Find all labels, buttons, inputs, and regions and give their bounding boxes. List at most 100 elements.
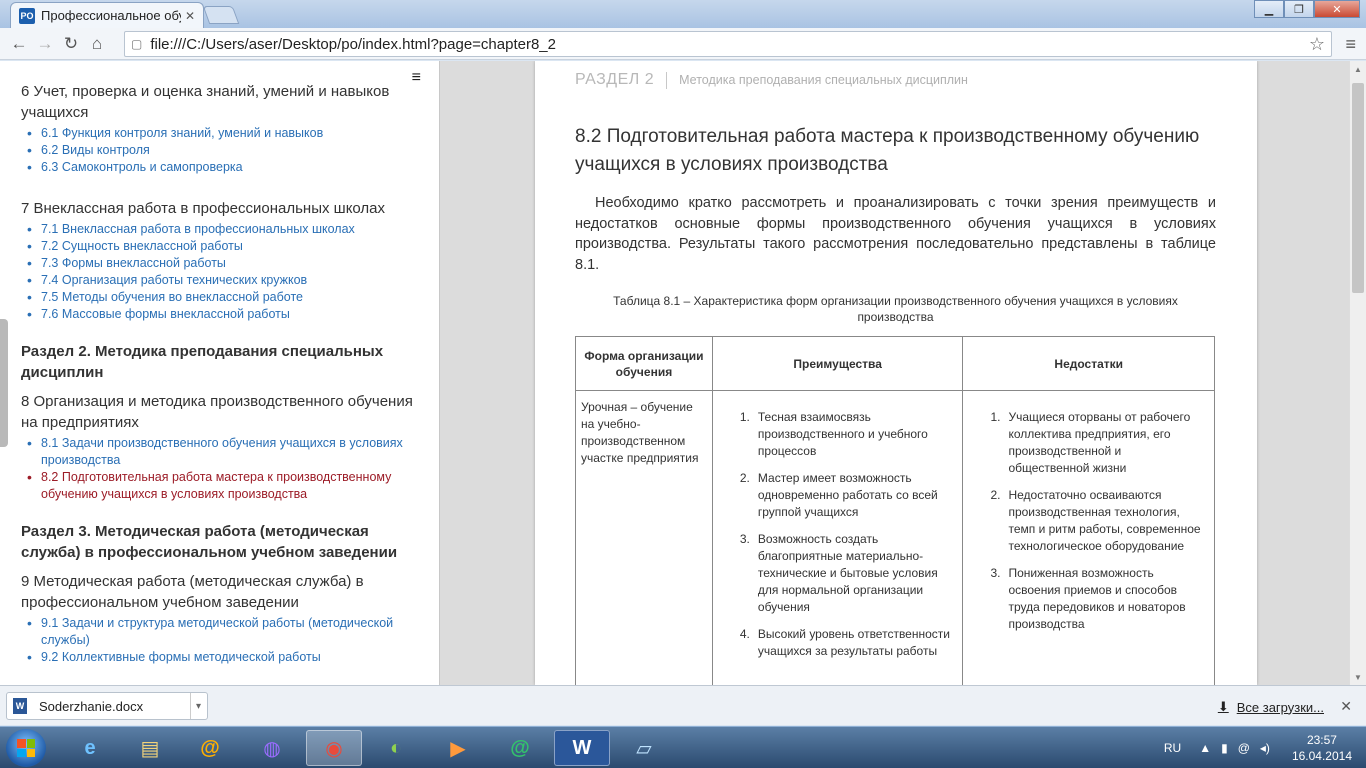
windows-logo-icon (17, 739, 35, 757)
video-player-icon[interactable]: ▶ (430, 730, 486, 766)
disadvantages-cell: 1. Учащиеся оторваны от рабочего коллекти… (962, 390, 1215, 685)
clock-date: 16.04.2014 (1291, 749, 1352, 763)
browser-menu-icon[interactable]: ≡ (1345, 34, 1356, 55)
mail-ru-agent-icon[interactable]: @ (182, 730, 238, 766)
browser-tab[interactable]: PO Профессиональное обучение ✕ (10, 2, 204, 28)
list-item: 2. Мастер имеет возможность одновременно … (739, 471, 938, 519)
bookmark-star-icon[interactable]: ☆ (1309, 34, 1325, 55)
scroll-thumb[interactable] (1352, 83, 1364, 293)
table-row: Урочная – обучение на учебно-производств… (575, 390, 1215, 685)
start-button[interactable] (6, 729, 46, 767)
downloads-bar: W Soderzhanie.docx ▾ ⬇ Все загрузки... ✕ (0, 685, 1366, 725)
scroll-down-icon[interactable]: ▼ (1350, 669, 1366, 685)
all-downloads-link[interactable]: ⬇ Все загрузки... (1218, 699, 1324, 715)
reload-icon[interactable]: ↻ (58, 31, 84, 57)
file-explorer-icon[interactable]: ▤ (122, 730, 178, 766)
clock[interactable]: 23:57 16.04.2014 (1292, 732, 1352, 764)
minimize-button[interactable]: ▁ (1254, 0, 1284, 18)
tray-expand-icon[interactable]: ▲ (1199, 741, 1211, 755)
section-subtitle: Методика преподавания специальных дисцип… (679, 73, 968, 87)
toc-link[interactable]: 6.3 Самоконтроль и самопроверка (25, 159, 425, 176)
document-page: РАЗДЕЛ 2 Методика преподавания специальн… (535, 61, 1257, 685)
sidebar-menu-icon[interactable]: ≡ (412, 69, 421, 87)
address-bar[interactable]: ▢ file:///C:/Users/aser/Desktop/po/index… (124, 31, 1332, 57)
list-item: 4. Высокий уровень ответственности учащих… (739, 627, 950, 658)
new-tab-button[interactable] (202, 6, 240, 24)
chrome-icon[interactable]: ◉ (306, 730, 362, 766)
download-file-name: Soderzhanie.docx (39, 698, 144, 714)
table-header-cell: Недостатки (962, 336, 1215, 391)
tab-close-icon[interactable]: ✕ (185, 9, 195, 23)
scroll-up-icon[interactable]: ▲ (1350, 61, 1366, 77)
toc-link[interactable]: 7.2 Сущность внеклассной работы (25, 238, 425, 255)
download-item[interactable]: W Soderzhanie.docx ▾ (6, 692, 208, 720)
mail-tray-icon[interactable]: @ (1238, 741, 1250, 755)
toc-link[interactable]: 7.1 Внеклассная работа в профессиональны… (25, 221, 425, 238)
table-header-cell: Преимущества (711, 336, 964, 391)
toc-link[interactable]: 9.1 Задачи и структура методической рабо… (25, 615, 425, 649)
internet-explorer-icon[interactable]: e (62, 730, 118, 766)
orbit-browser-icon[interactable]: ◍ (244, 730, 300, 766)
intro-paragraph: Необходимо кратко рассмотреть и проанали… (575, 195, 1216, 273)
toc-link[interactable]: 8.1 Задачи производственного обучения уч… (25, 435, 425, 469)
toc-section-2: Раздел 2. Методика преподавания специаль… (21, 343, 384, 381)
toc-chapter-9: 9 Методическая работа (методическая служ… (21, 573, 364, 611)
browser-tab-bar: PO Профессиональное обучение ✕ ▁ ❐ ✕ (0, 0, 1366, 28)
word-file-icon: W (13, 698, 27, 714)
volume-icon[interactable]: ◂) (1260, 741, 1270, 755)
toc-chapter-7: 7 Внеклассная работа в профессиональных … (21, 200, 386, 217)
list-item: 3. Возможность создать благоприятные мате… (739, 532, 938, 614)
notepad-icon[interactable]: ▱ (616, 730, 672, 766)
toc-section-3: Раздел 3. Методическая работа (методичес… (21, 523, 398, 561)
forms-table: Форма организации обучения Преимущества … (575, 336, 1215, 685)
toc-link-active[interactable]: 8.2 Подготовительная работа мастера к пр… (25, 469, 425, 503)
mail-agent-icon[interactable]: @ (492, 730, 548, 766)
download-menu-caret-icon[interactable]: ▾ (189, 693, 201, 719)
tab-title: Профессиональное обучение (41, 8, 181, 23)
toc-sidebar: ≡ 6 Учет, проверка и оценка знаний, умен… (0, 61, 440, 685)
advantages-cell: 1. Тесная взаимосвязь производственного и… (711, 390, 964, 685)
site-favicon-icon: PO (19, 7, 35, 24)
browser-toolbar: ← → ↻ ⌂ ▢ file:///C:/Users/aser/Desktop/… (0, 28, 1366, 60)
page-title: 8.2 Подготовительная работа мастера к пр… (575, 126, 1200, 175)
browser-content: ≡ 6 Учет, проверка и оценка знаний, умен… (0, 61, 1366, 685)
toc-link[interactable]: 6.1 Функция контроля знаний, умений и на… (25, 125, 425, 142)
section-label: РАЗДЕЛ 2 (575, 71, 655, 88)
url-text: file:///C:/Users/aser/Desktop/po/index.h… (150, 35, 556, 53)
toc-link[interactable]: 6.2 Виды контроля (25, 142, 425, 159)
home-icon[interactable]: ⌂ (84, 31, 110, 57)
maximize-button[interactable]: ❐ (1284, 0, 1314, 18)
toc-link[interactable]: 7.3 Формы внеклассной работы (25, 255, 425, 272)
toc-link[interactable]: 7.5 Методы обучения во внеклассной работ… (25, 289, 425, 306)
close-window-button[interactable]: ✕ (1314, 0, 1360, 18)
back-arrow-icon[interactable]: ← (6, 31, 32, 57)
forward-arrow-icon[interactable]: → (32, 31, 58, 57)
page-scrollbar[interactable]: ▲ ▼ (1349, 61, 1366, 685)
toc-link[interactable]: 9.2 Коллективные формы методической рабо… (25, 649, 425, 666)
download-arrow-icon: ⬇ (1217, 699, 1229, 714)
media-app-icon[interactable]: ◐ (368, 730, 424, 766)
window-controls: ▁ ❐ ✕ (1254, 0, 1360, 18)
list-item: 3. Пониженная возможность освоения приемо… (990, 566, 1186, 631)
toc-chapter-8: 8 Организация и методика производственно… (21, 393, 413, 431)
windows-taskbar: e ▤ @ ◍ ◉ ◐ ▶ @ W ▱ RU ▲ ▮ @ ◂) 23:57 16… (0, 726, 1366, 768)
sidebar-collapse-handle[interactable] (0, 319, 8, 447)
table-caption: Таблица 8.1 – Характеристика форм органи… (613, 294, 1178, 324)
clock-time: 23:57 (1306, 733, 1337, 747)
toc-list-9: 9.1 Задачи и структура методической рабо… (25, 615, 425, 666)
close-downloads-icon[interactable]: ✕ (1340, 698, 1352, 715)
network-icon[interactable]: ▮ (1221, 741, 1228, 755)
toc-list-7: 7.1 Внеклассная работа в профессиональны… (25, 221, 425, 323)
word-icon[interactable]: W (554, 730, 610, 766)
table-header-cell: Форма организации обучения (575, 336, 713, 391)
toc-list-6: 6.1 Функция контроля знаний, умений и на… (25, 125, 425, 176)
toc-chapter-6: 6 Учет, проверка и оценка знаний, умений… (21, 83, 390, 121)
header-divider (666, 71, 668, 89)
toc-link[interactable]: 7.4 Организация работы технических кружк… (25, 272, 425, 289)
language-indicator[interactable]: RU (1164, 741, 1181, 755)
list-item: 1. Учащиеся оторваны от рабочего коллекти… (990, 410, 1191, 475)
table-header-row: Форма организации обучения Преимущества … (575, 336, 1215, 391)
form-cell: Урочная – обучение на учебно-производств… (575, 390, 713, 685)
toc-link[interactable]: 7.6 Массовые формы внеклассной работы (25, 306, 425, 323)
list-item: 1. Тесная взаимосвязь производственного и… (739, 410, 928, 458)
